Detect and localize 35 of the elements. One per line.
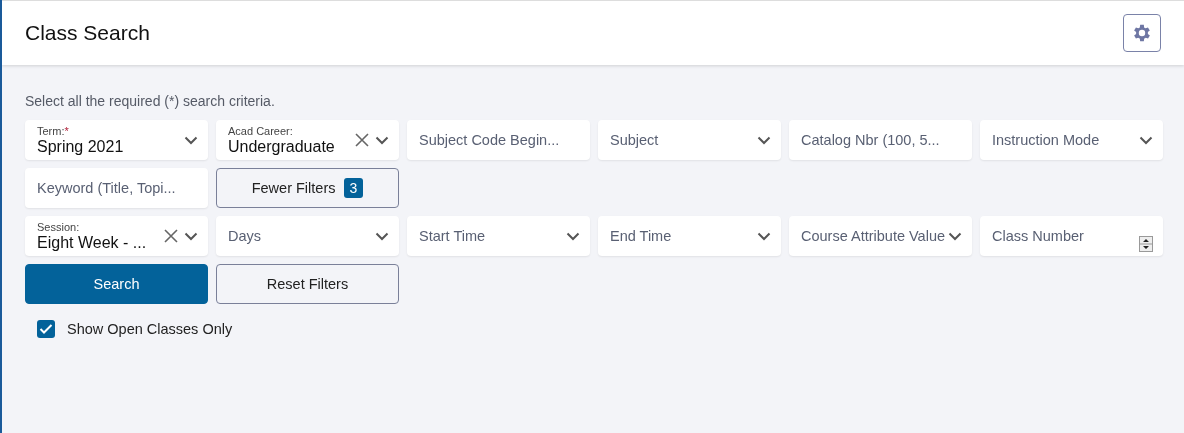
chevron-down-icon: [375, 231, 389, 241]
checkbox-label: Show Open Classes Only: [67, 321, 233, 337]
number-field[interactable]: Class Number: [980, 216, 1163, 256]
dropdown[interactable]: Session: Eight Week - ...: [25, 216, 208, 256]
spinner-icon[interactable]: [1139, 236, 1153, 252]
dropdown[interactable]: End Time: [598, 216, 781, 256]
chevron-down-icon: [757, 135, 771, 145]
input-field[interactable]: Subject Code Begin...: [407, 120, 590, 160]
chevron-down-icon: [566, 231, 580, 241]
input-field[interactable]: Catalog Nbr (100, 5...: [789, 120, 972, 160]
chevron-down-icon: [1139, 135, 1153, 145]
checkbox[interactable]: [37, 320, 55, 338]
action-button[interactable]: Search: [25, 264, 208, 304]
chevron-down-icon: [948, 231, 962, 241]
dropdown[interactable]: Course Attribute Value: [789, 216, 972, 256]
dropdown[interactable]: Days: [216, 216, 399, 256]
clear-icon[interactable]: [164, 229, 178, 243]
dropdown[interactable]: Term:* Spring 2021: [25, 120, 208, 160]
dropdown[interactable]: Instruction Mode: [980, 120, 1163, 160]
instructions-text: Select all the required (*) search criteria.: [25, 93, 276, 109]
dropdown[interactable]: Subject: [598, 120, 781, 160]
clear-icon[interactable]: [355, 133, 369, 147]
action-button[interactable]: Reset Filters: [216, 264, 399, 304]
dropdown[interactable]: Acad Career: Undergraduate: [216, 120, 399, 160]
dropdown[interactable]: Start Time: [407, 216, 590, 256]
settings-button[interactable]: [1123, 14, 1161, 52]
chevron-down-icon: [757, 231, 771, 241]
settings-icon: [1131, 22, 1153, 44]
chevron-down-icon: [184, 231, 198, 241]
chevron-down-icon: [375, 135, 389, 145]
chevron-down-icon: [184, 135, 198, 145]
filter-toggle-button[interactable]: Fewer Filters 3: [216, 168, 399, 208]
count-badge: 3: [343, 178, 364, 198]
input-field[interactable]: Keyword (Title, Topi...: [25, 168, 208, 208]
page-title: Class Search: [25, 21, 150, 45]
